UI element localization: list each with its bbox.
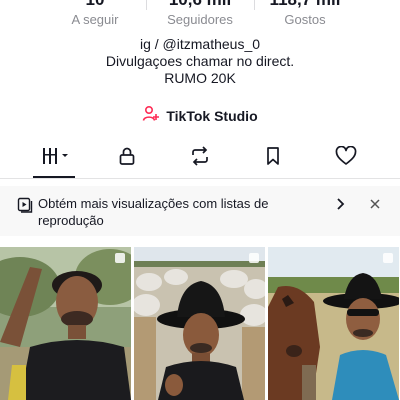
tab-favorites[interactable] <box>258 146 288 170</box>
pinned-icon <box>114 252 126 264</box>
chevron-right-icon[interactable] <box>333 196 347 217</box>
bookmark-icon <box>263 146 283 171</box>
playlist-promo-banner[interactable]: Obtém mais visualizações com listas de r… <box>0 186 400 236</box>
pinned-icon <box>248 252 260 264</box>
pinned-icon <box>382 252 394 264</box>
video-grid <box>0 247 400 400</box>
profile-bio: ig / @itzmatheus_0 Divulgaçoes chamar no… <box>0 36 400 87</box>
video-thumbnail[interactable] <box>134 247 265 400</box>
bio-line-goal: RUMO 20K <box>164 70 236 86</box>
repost-icon <box>189 145 211 171</box>
stat-followers-value: 10,6 mil <box>145 0 255 10</box>
tab-reposts[interactable] <box>185 145 215 171</box>
stat-following-value: 10 <box>40 0 150 10</box>
heart-icon <box>335 145 357 171</box>
tab-videos[interactable] <box>39 146 73 170</box>
stat-following[interactable]: 10 A seguir <box>40 0 150 28</box>
stat-following-label: A seguir <box>71 12 119 27</box>
grid-icon <box>40 146 72 171</box>
stat-followers-label: Seguidores <box>167 12 233 27</box>
tab-liked[interactable] <box>331 145 361 171</box>
bio-line-instagram: ig / @itzmatheus_0 <box>139 36 261 52</box>
tiktok-studio-label: TikTok Studio <box>166 108 258 124</box>
tab-private[interactable] <box>112 146 142 170</box>
stat-likes[interactable]: 118,7 mil Gostos <box>250 0 360 28</box>
video-thumbnail[interactable] <box>0 247 131 400</box>
lock-icon <box>117 146 137 171</box>
promo-text: Obtém mais visualizações com listas de r… <box>38 196 269 228</box>
tiktok-studio-button[interactable]: TikTok Studio <box>0 104 400 128</box>
video-thumbnail[interactable] <box>268 247 399 400</box>
active-tab-indicator <box>33 176 75 178</box>
bio-line-promo: Divulgaçoes chamar no direct. <box>105 53 295 69</box>
profile-tabs <box>0 140 400 179</box>
stat-likes-value: 118,7 mil <box>250 0 360 10</box>
playlist-icon <box>17 197 33 218</box>
stat-followers[interactable]: 10,6 mil Seguidores <box>145 0 255 28</box>
close-icon[interactable] <box>368 196 382 217</box>
person-add-icon <box>142 105 160 128</box>
stat-likes-label: Gostos <box>284 12 326 27</box>
profile-stats: 10 A seguir 10,6 mil Seguidores 118,7 mi… <box>0 0 400 28</box>
